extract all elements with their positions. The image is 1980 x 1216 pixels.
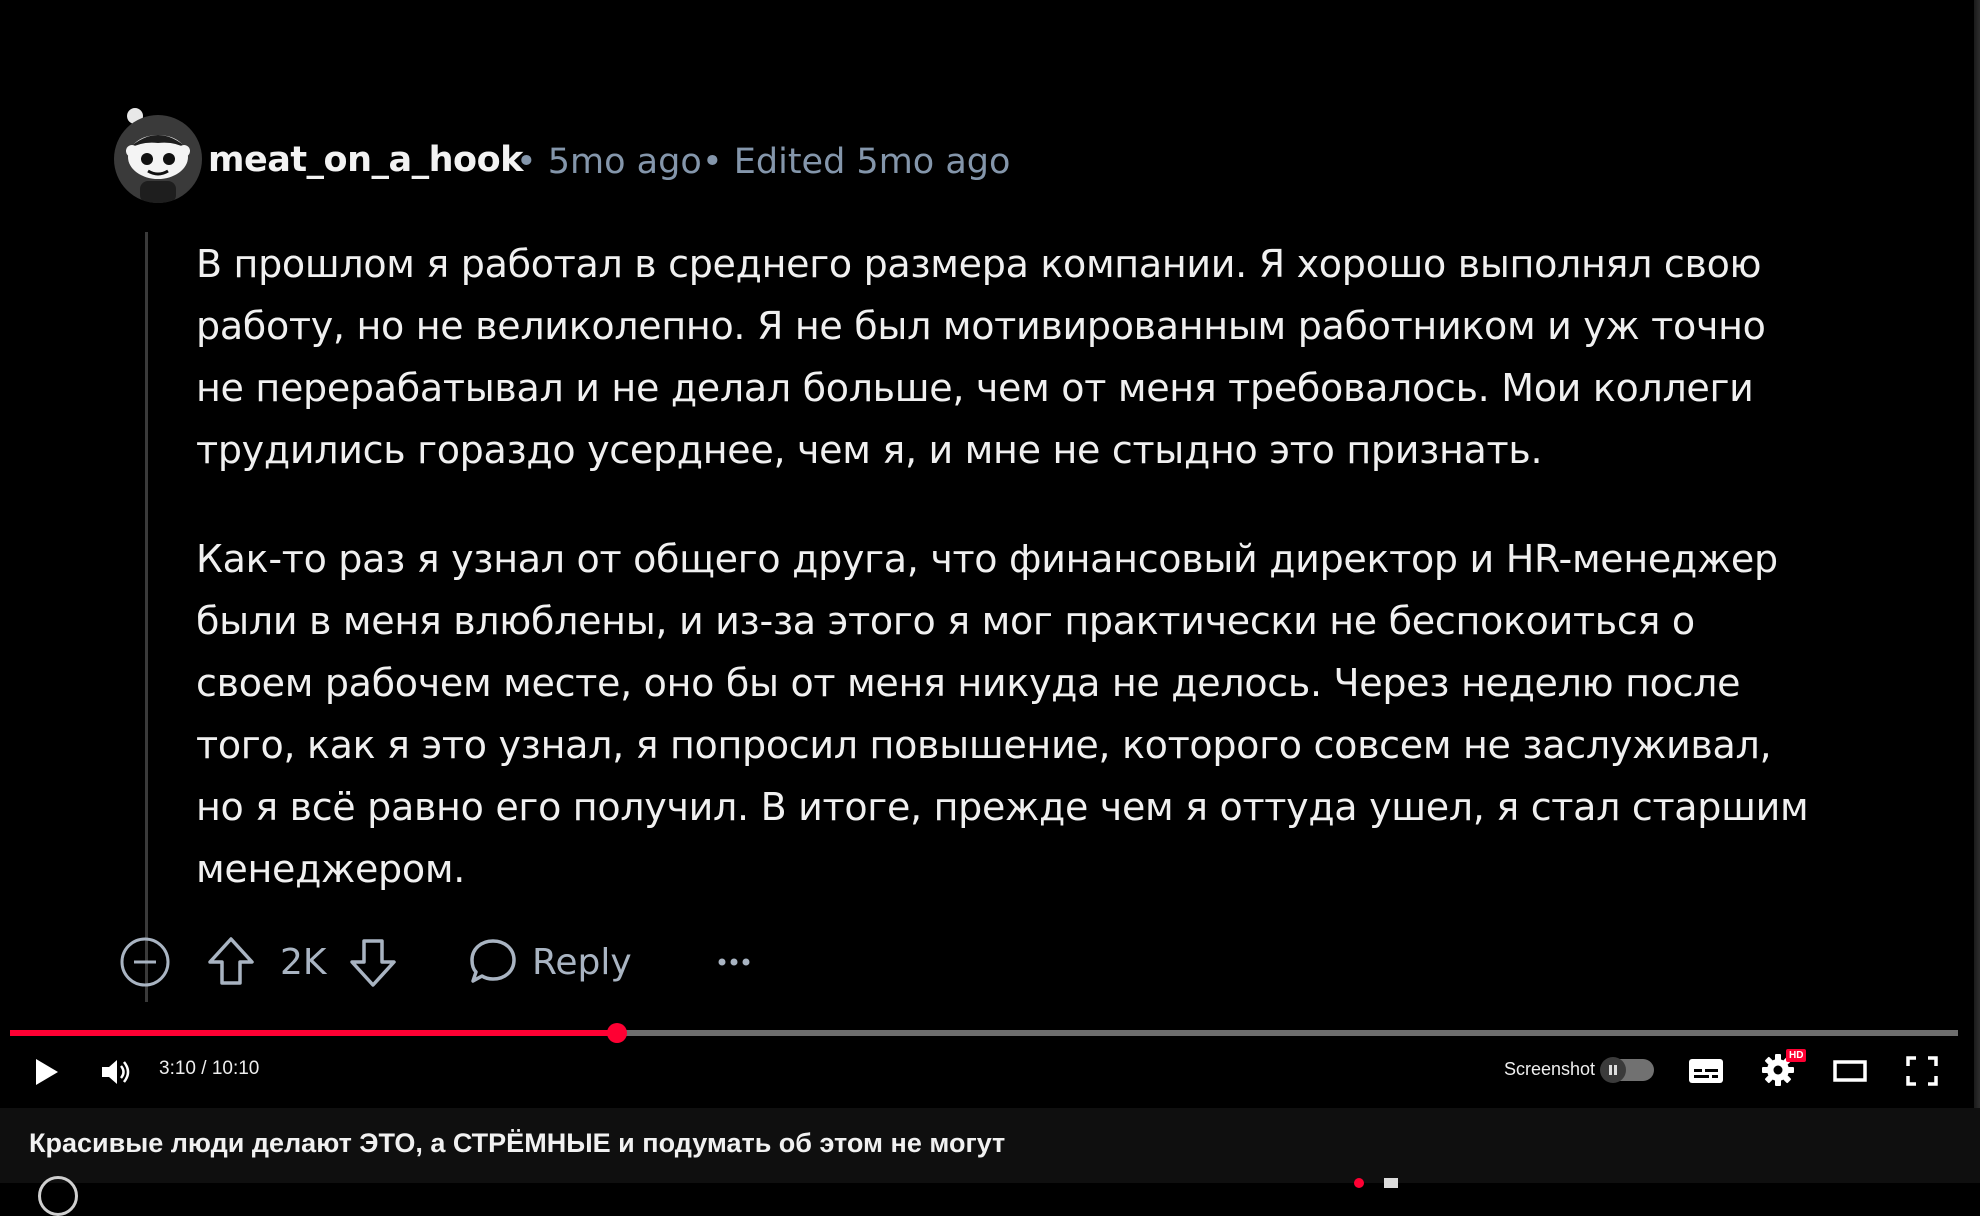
more-options-button[interactable] <box>714 930 754 994</box>
theater-mode-button[interactable] <box>1830 1052 1870 1090</box>
time-separator: / <box>195 1058 212 1079</box>
comment-line: были в меня влюблены, и из-за этого я мо… <box>196 599 1695 643</box>
collapse-button[interactable] <box>118 930 172 994</box>
comment-action-bar: 2K Reply <box>118 930 1018 994</box>
comment-username[interactable]: meat_on_a_hook <box>208 140 523 180</box>
comment-paragraph-1: В прошлом я работал в среднего размера к… <box>196 233 1816 481</box>
comment-line: своем рабочем месте, оно бы от меня нику… <box>196 661 1741 705</box>
comment-line: трудились гораздо усерднее, чем я, и мне… <box>196 428 1543 472</box>
reply-button[interactable]: Reply <box>466 930 632 994</box>
progress-scrubber[interactable] <box>606 1023 627 1043</box>
current-time: 3:10 <box>159 1058 196 1079</box>
downvote-button[interactable] <box>348 930 398 994</box>
progress-bar[interactable] <box>10 1023 1958 1043</box>
comment-line: В прошлом я работал в среднего размера к… <box>196 242 1762 286</box>
action-icon[interactable] <box>1384 1178 1398 1188</box>
video-frame[interactable]: meat_on_a_hook • 5mo ago • Edited 5mo ag… <box>0 0 1980 1108</box>
vote-count: 2K <box>280 930 327 994</box>
collapse-icon <box>120 937 170 987</box>
upvote-icon <box>208 937 254 985</box>
comment-edited: • Edited 5mo ago <box>702 142 1011 182</box>
comment-line: Как-то раз я узнал от общего друга, что … <box>196 537 1778 581</box>
video-edge <box>1974 0 1980 1108</box>
play-icon <box>36 1059 58 1085</box>
fullscreen-icon <box>1906 1056 1938 1086</box>
comment-line: того, как я это узнал, я попросил повыше… <box>196 723 1772 767</box>
screenshot-toggle[interactable] <box>1600 1057 1654 1083</box>
notification-dot <box>1354 1178 1364 1188</box>
hd-badge: HD <box>1786 1049 1807 1062</box>
volume-icon <box>102 1060 130 1084</box>
subtitles-icon <box>1689 1059 1723 1083</box>
upvote-button[interactable] <box>206 930 256 994</box>
downvote-icon <box>350 939 396 987</box>
comment-icon <box>470 939 516 983</box>
thread-line[interactable] <box>145 232 148 1002</box>
vote-count-label: 2K <box>280 941 327 983</box>
theater-icon <box>1833 1060 1867 1082</box>
duration: 10:10 <box>211 1058 260 1079</box>
comment-timestamp: • 5mo ago <box>516 142 702 182</box>
channel-avatar[interactable] <box>38 1176 78 1216</box>
play-button[interactable] <box>24 1052 68 1092</box>
time-display: 3:10 / 10:10 <box>159 1058 259 1080</box>
more-icon <box>718 958 750 966</box>
volume-button[interactable] <box>94 1052 138 1092</box>
comment-paragraph-2: Как-то раз я узнал от общего друга, что … <box>196 528 1816 900</box>
video-title: Красивые люди делают ЭТО, а СТРЁМНЫЕ и п… <box>29 1128 1006 1158</box>
comment-line: работу, но не великолепно. Я не был моти… <box>196 304 1766 348</box>
avatar <box>114 115 202 203</box>
progress-played <box>10 1030 617 1036</box>
reply-label: Reply <box>532 941 632 983</box>
screenshot-label: Screenshot <box>1504 1059 1596 1079</box>
snoo-avatar-icon <box>126 135 190 203</box>
comment-line: но я всё равно его получил. В итоге, пре… <box>196 785 1809 829</box>
fullscreen-button[interactable] <box>1902 1052 1942 1090</box>
comment-line: менеджером. <box>196 847 465 891</box>
toggle-knob <box>1600 1057 1626 1083</box>
subtitles-button[interactable] <box>1686 1052 1726 1090</box>
pause-icon <box>1609 1065 1617 1075</box>
comment-line: не перерабатывал и не делал больше, чем … <box>196 366 1754 410</box>
